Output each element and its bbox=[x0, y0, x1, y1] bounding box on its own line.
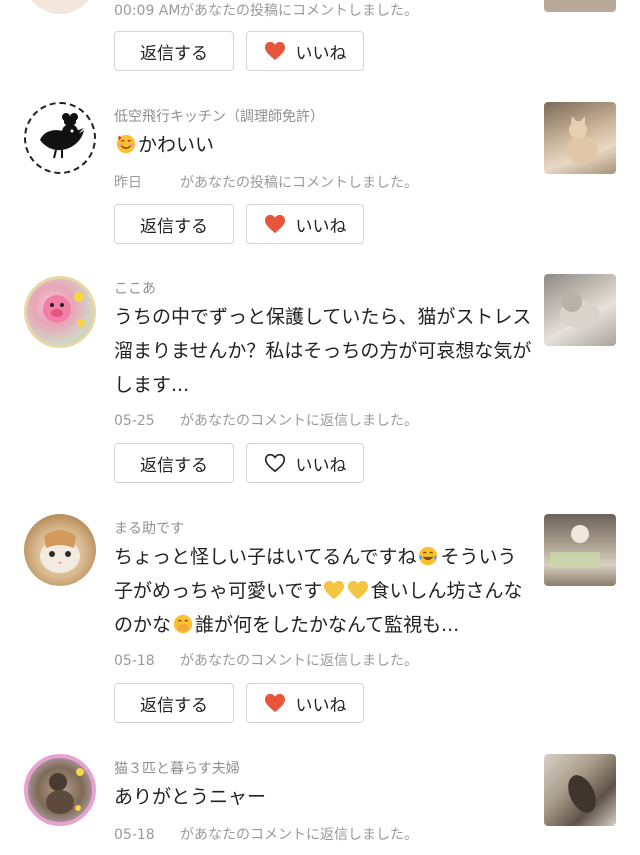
post-thumbnail[interactable] bbox=[544, 274, 616, 346]
heart-outline-icon bbox=[264, 453, 285, 473]
timestamp: 05-18 bbox=[114, 653, 155, 669]
notification-meta: 昨日 があなたの投稿にコメントしました。 bbox=[114, 172, 418, 192]
like-button[interactable]: いいね bbox=[246, 204, 364, 244]
cat-photo-icon bbox=[560, 292, 600, 328]
notification-meta: 00:09 AMがあなたの投稿にコメントしました。 bbox=[114, 0, 418, 20]
cat-photo-icon bbox=[46, 768, 84, 814]
action-text: があなたのコメントに返信しました。 bbox=[180, 413, 418, 429]
timestamp: 昨日 bbox=[114, 175, 142, 191]
cat-photo-icon bbox=[566, 116, 598, 164]
timestamp: 05-25 bbox=[114, 413, 155, 429]
comment-text: ありがとうニャー bbox=[114, 786, 267, 808]
reply-button[interactable]: 返信する bbox=[114, 683, 234, 723]
yellow-heart-icon bbox=[348, 580, 369, 600]
avatar[interactable] bbox=[24, 514, 96, 586]
heart-filled-icon bbox=[264, 214, 285, 234]
cat-photo-icon bbox=[568, 775, 596, 813]
action-text: があなたのコメントに返信しました。 bbox=[180, 827, 418, 843]
notification-meta: 05-18 があなたのコメントに返信しました。 bbox=[114, 650, 418, 670]
action-text: があなたの投稿にコメントしました。 bbox=[180, 3, 418, 19]
username[interactable]: まる助です bbox=[114, 518, 184, 538]
like-button[interactable]: いいね bbox=[246, 31, 364, 71]
bird-chef-logo-icon bbox=[40, 113, 84, 159]
timestamp: 05-18 bbox=[114, 827, 155, 843]
face-with-tears-of-joy-icon bbox=[419, 546, 438, 566]
username[interactable]: 猫３匹と暮らす夫婦 bbox=[114, 758, 240, 778]
timestamp: 00:09 AM bbox=[114, 3, 181, 19]
avatar[interactable] bbox=[24, 0, 96, 14]
reply-button[interactable]: 返信する bbox=[114, 443, 234, 483]
reply-button[interactable]: 返信する bbox=[114, 204, 234, 244]
comment-text: うちの中でずっと保護していたら、猫がストレス溜まりませんか？私はそっちの方が可哀… bbox=[114, 306, 532, 396]
smiling-face-with-hearts-icon bbox=[116, 134, 136, 154]
avatar[interactable] bbox=[24, 276, 96, 348]
username[interactable]: 低空飛行キッチン（調理師免許） bbox=[114, 106, 324, 126]
heart-filled-icon bbox=[264, 41, 285, 61]
notification-meta: 05-25 があなたのコメントに返信しました。 bbox=[114, 410, 418, 430]
post-thumbnail[interactable] bbox=[544, 514, 616, 586]
yellow-heart-icon bbox=[324, 580, 345, 600]
comment-text: かわいい bbox=[114, 128, 534, 162]
cat-photo-icon bbox=[550, 525, 600, 568]
avatar[interactable] bbox=[24, 754, 96, 826]
post-thumbnail[interactable] bbox=[544, 0, 616, 12]
avatar[interactable] bbox=[24, 102, 96, 174]
action-text: があなたのコメントに返信しました。 bbox=[180, 653, 418, 669]
cat-face-icon bbox=[40, 530, 80, 573]
notification-meta: 05-18 があなたのコメントに返信しました。 bbox=[114, 824, 418, 844]
post-thumbnail[interactable] bbox=[544, 102, 616, 174]
username[interactable]: ここあ bbox=[114, 278, 156, 298]
pig-sticker-icon bbox=[43, 292, 85, 327]
like-button[interactable]: いいね bbox=[246, 683, 364, 723]
reply-button[interactable]: 返信する bbox=[114, 31, 234, 71]
comment-text: ちょっと怪しい子はいてるんですね そういう子がめっちゃ可愛いです 食いしん坊さんなの… bbox=[114, 546, 523, 636]
action-text: があなたの投稿にコメントしました。 bbox=[180, 175, 418, 191]
face-with-hand-over-mouth-icon bbox=[173, 614, 193, 634]
post-thumbnail[interactable] bbox=[544, 754, 616, 826]
heart-filled-icon bbox=[264, 693, 285, 713]
like-button[interactable]: いいね bbox=[246, 443, 364, 483]
